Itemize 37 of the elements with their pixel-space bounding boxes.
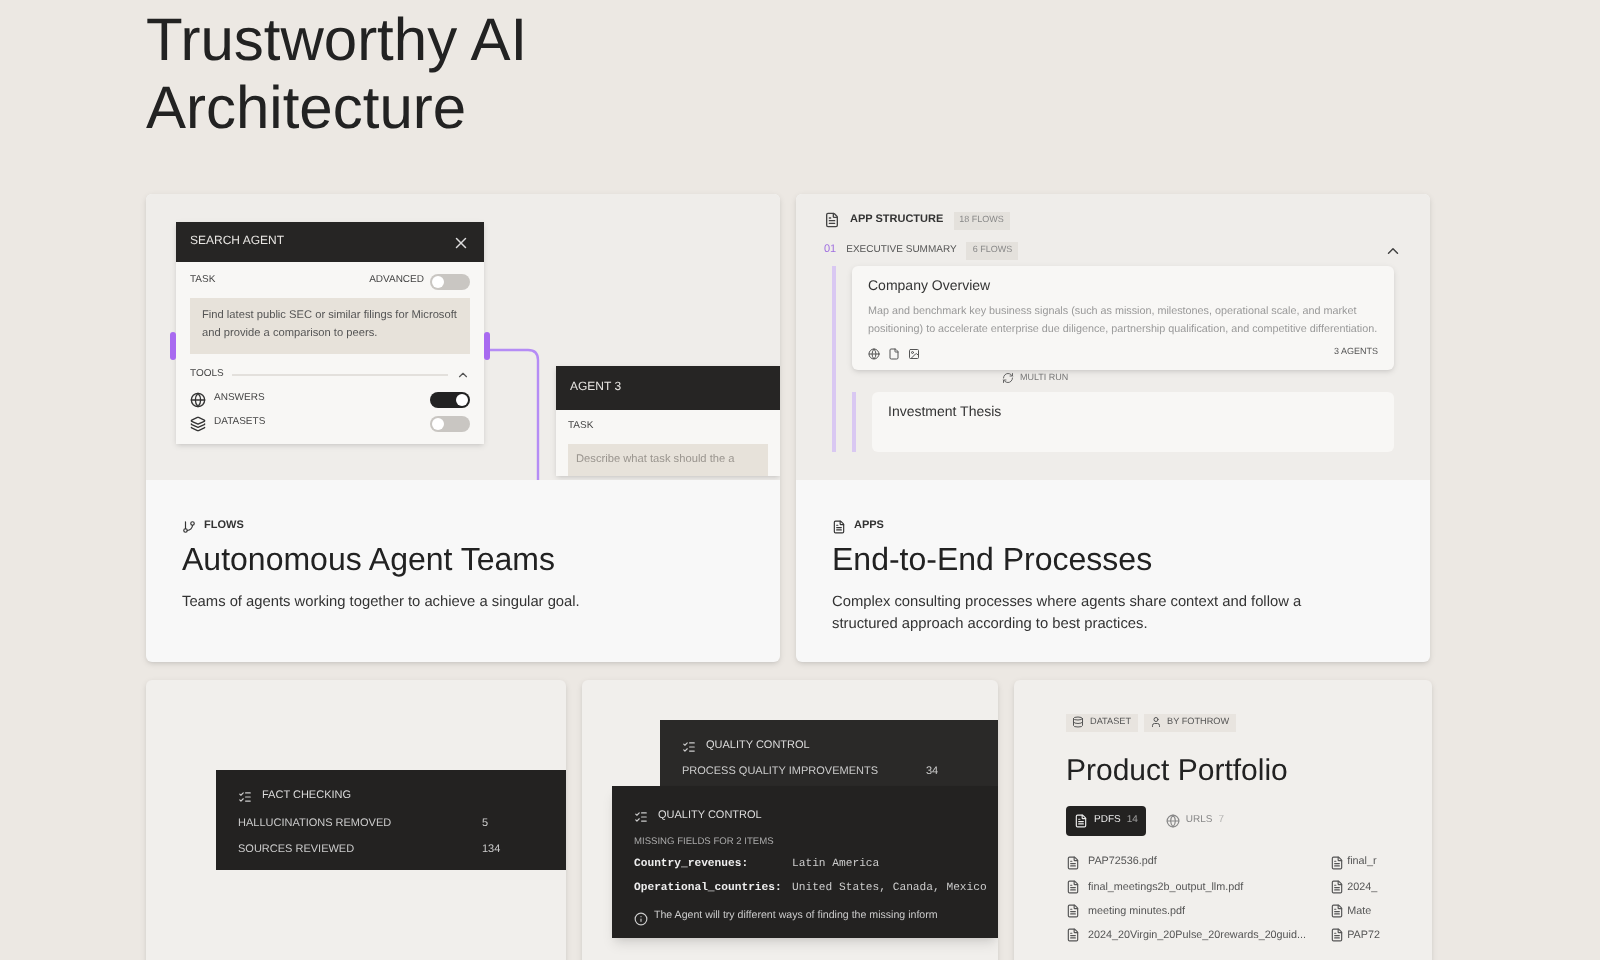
file-icon — [1329, 855, 1344, 870]
file-icon — [888, 347, 900, 360]
document-icon — [832, 519, 846, 534]
connector-handle[interactable] — [484, 332, 490, 360]
toggle-switch[interactable] — [430, 274, 470, 290]
toggle-switch[interactable] — [430, 415, 470, 431]
image-icon — [908, 347, 920, 360]
file-icon — [1066, 904, 1080, 919]
chevron-up-icon[interactable] — [456, 368, 470, 383]
file-icon — [1074, 814, 1088, 829]
branch-icon — [182, 519, 196, 534]
layers-icon — [190, 415, 206, 431]
globe-icon — [1165, 814, 1180, 829]
card-title: End-to-End Processes — [832, 542, 1155, 583]
connector-handle[interactable] — [170, 332, 176, 360]
checklist-icon — [682, 739, 696, 754]
file-icon — [1066, 880, 1080, 895]
info-icon — [634, 911, 648, 926]
globe-icon — [868, 347, 880, 360]
card-title: Autonomous Agent Teams — [182, 542, 557, 583]
refresh-icon — [1002, 372, 1014, 385]
file-icon — [1066, 855, 1080, 870]
file-icon — [1329, 904, 1344, 919]
document-icon — [824, 212, 840, 229]
close-icon[interactable] — [452, 233, 470, 251]
checklist-icon — [238, 789, 252, 804]
connector-line — [484, 348, 540, 480]
file-icon — [1329, 880, 1344, 895]
database-icon — [1072, 716, 1084, 729]
checklist-icon — [634, 809, 648, 824]
file-icon — [1329, 928, 1344, 943]
page-heading: Trustworthy AI Architecture — [146, 8, 530, 146]
toggle-switch[interactable] — [430, 391, 470, 407]
person-icon — [1149, 716, 1162, 729]
globe-icon — [190, 391, 206, 407]
file-icon — [1066, 928, 1080, 943]
portfolio-title: Product Portfolio — [1066, 751, 1290, 792]
